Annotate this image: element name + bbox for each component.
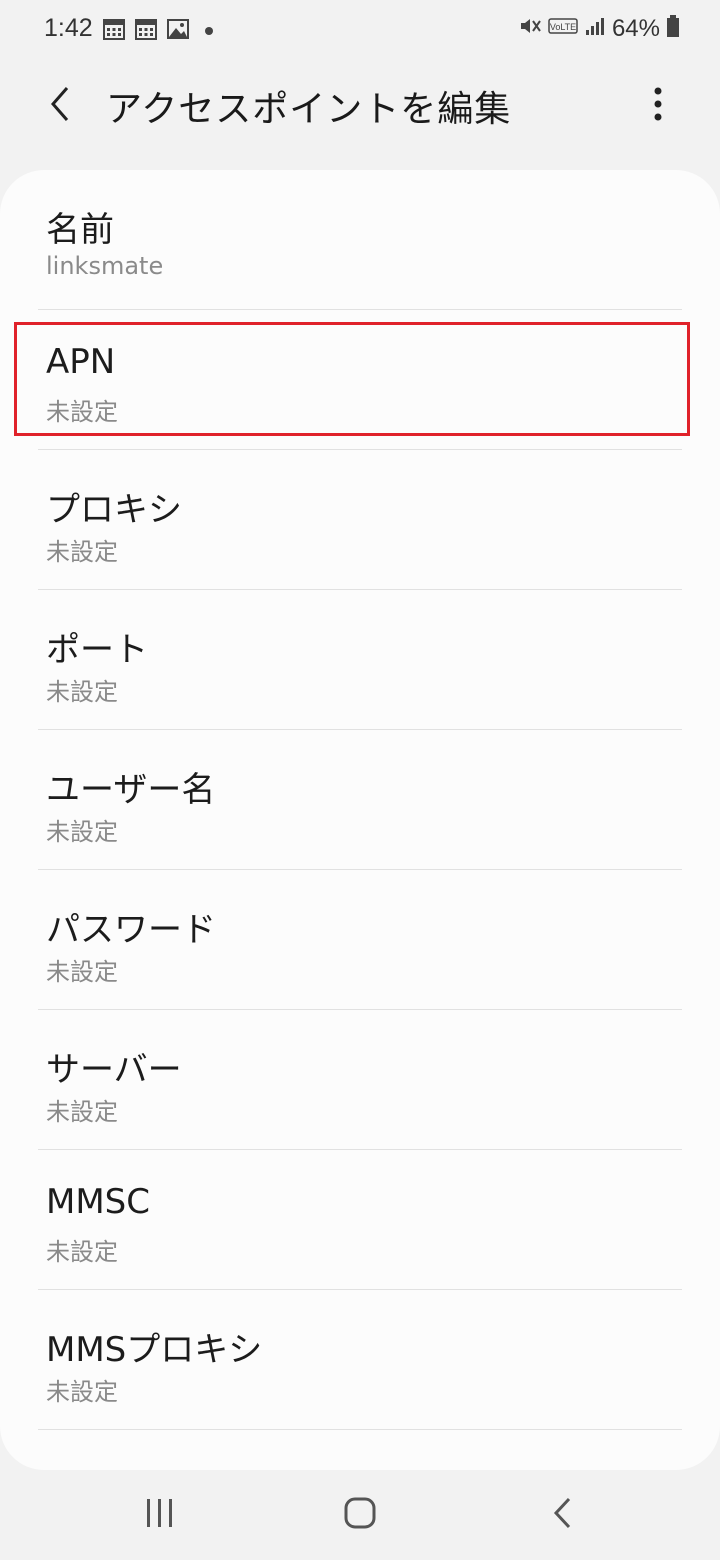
signal-icon [584, 15, 606, 42]
setting-value: linksmate [46, 252, 164, 280]
setting-value: 未設定 [46, 958, 118, 986]
calendar-icon [102, 17, 126, 46]
setting-value: 未設定 [46, 818, 118, 846]
back-icon [551, 1496, 573, 1535]
setting-title: 名前 [46, 210, 114, 250]
divider [38, 1429, 682, 1430]
setting-title: ユーザー名 [46, 770, 216, 810]
home-icon [343, 1496, 377, 1535]
setting-row-server[interactable]: サーバー 未設定 [0, 1010, 720, 1150]
notification-icons [102, 17, 214, 46]
setting-row-mmsc[interactable]: MMSC 未設定 [0, 1150, 720, 1290]
recents-button[interactable] [130, 1490, 190, 1540]
setting-value: 未設定 [46, 678, 118, 706]
nav-back-button[interactable] [532, 1490, 592, 1540]
back-button[interactable] [32, 78, 88, 134]
status-bar: 1:42 VoLTE 64% [0, 0, 720, 60]
dot-icon [204, 23, 214, 41]
setting-title: MMSプロキシ [46, 1330, 263, 1370]
setting-value: 未設定 [46, 538, 118, 566]
more-vert-icon [653, 86, 663, 127]
recents-icon [145, 1497, 175, 1534]
system-icons: VoLTE 64% [518, 14, 680, 43]
setting-row-password[interactable]: パスワード 未設定 [0, 870, 720, 1010]
setting-value: 未設定 [46, 1378, 118, 1406]
setting-row-name[interactable]: 名前 linksmate [0, 170, 720, 310]
calendar-icon [134, 17, 158, 46]
navigation-bar [0, 1470, 720, 1560]
home-button[interactable] [330, 1490, 390, 1540]
svg-text:VoLTE: VoLTE [550, 22, 576, 32]
setting-row-username[interactable]: ユーザー名 未設定 [0, 730, 720, 870]
battery-percent: 64% [611, 14, 660, 42]
setting-title: MMSC [46, 1182, 150, 1222]
settings-list: 名前 linksmate APN 未設定 プロキシ 未設定 ポート 未設定 ユー… [0, 170, 720, 1470]
image-icon [166, 17, 190, 46]
setting-title: ポート [46, 630, 148, 670]
setting-row-proxy[interactable]: プロキシ 未設定 [0, 450, 720, 590]
page-title: アクセスポイントを編集 [106, 89, 512, 130]
setting-value: 未設定 [46, 1098, 118, 1126]
setting-row-mms-proxy[interactable]: MMSプロキシ 未設定 [0, 1290, 720, 1430]
setting-title: プロキシ [46, 490, 182, 530]
setting-title: パスワード [46, 910, 216, 950]
app-bar: アクセスポイントを編集 [0, 60, 720, 150]
mute-icon [518, 14, 542, 43]
battery-icon [666, 14, 680, 43]
setting-row-mms-port-partial[interactable]: MMSポート [46, 1460, 228, 1470]
volte-icon: VoLTE [548, 18, 578, 39]
setting-value: 未設定 [46, 1238, 118, 1266]
more-options-button[interactable] [630, 78, 686, 134]
setting-title: サーバー [46, 1050, 182, 1090]
setting-row-port[interactable]: ポート 未設定 [0, 590, 720, 730]
status-time: 1:42 [44, 14, 93, 42]
apn-highlight-box [14, 322, 690, 436]
chevron-left-icon [45, 84, 75, 129]
